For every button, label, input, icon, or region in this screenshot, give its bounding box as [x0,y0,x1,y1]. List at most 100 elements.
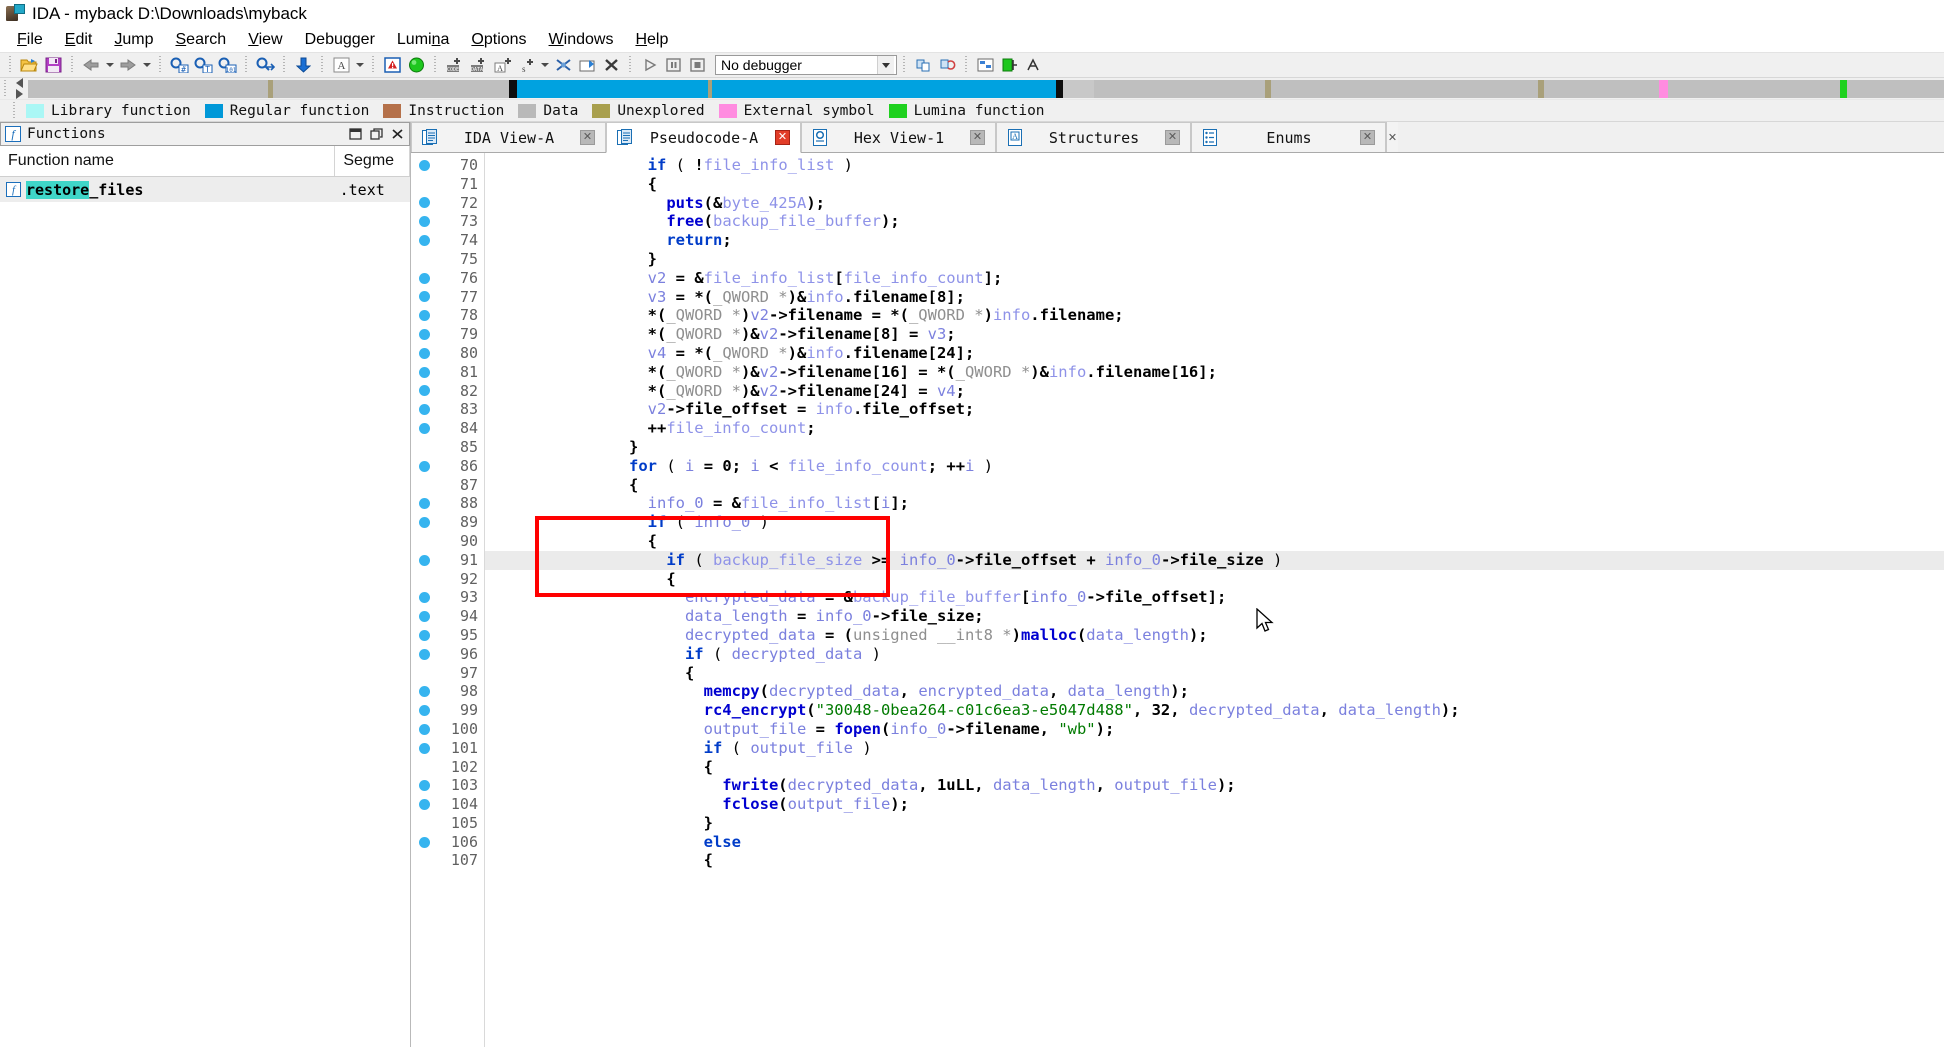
code-line[interactable]: free(backup_file_buffer); [485,212,1944,231]
breakpoint-slot[interactable] [411,814,437,833]
chevron-down-icon[interactable] [877,56,894,74]
navigator-segment[interactable] [1659,80,1669,98]
breakpoint-dot-icon[interactable] [419,649,430,660]
navigator-band-container[interactable] [0,78,1944,100]
breakpoint-slot[interactable] [411,682,437,701]
code-line[interactable]: { [485,570,1944,589]
code-line[interactable]: encrypted_data = &backup_file_buffer[inf… [485,588,1944,607]
breakpoint-dot-icon[interactable] [419,423,430,434]
make-data-icon[interactable]: DATA [466,54,490,76]
navigator-segment[interactable] [1544,80,1659,98]
code-line[interactable]: v2 = &file_info_list[file_info_count]; [485,269,1944,288]
undefine-icon[interactable] [551,54,575,76]
debug-stop-icon[interactable] [685,54,709,76]
navigator-left-arrow-icon[interactable] [16,78,23,88]
breakpoint-slot[interactable] [411,739,437,758]
tab-enums[interactable]: Enums✕ [1191,122,1386,152]
column-header-segment[interactable]: Segme [335,146,410,176]
debugger-select[interactable]: No debugger [715,55,897,75]
breakpoint-dot-icon[interactable] [419,724,430,735]
breakpoint-slot[interactable] [411,231,437,250]
tab-pseudocode-a[interactable]: Pseudocode-A✕ [606,122,801,153]
code-text-area[interactable]: if ( !file_info_list ) { puts(&byte_425A… [485,153,1944,1047]
code-line[interactable]: if ( backup_file_size >= info_0->file_of… [485,551,1944,570]
ascii-dropdown-icon[interactable] [353,54,366,76]
restore-icon[interactable] [369,127,384,142]
breakpoint-slot[interactable] [411,344,437,363]
breakpoint-slot[interactable] [411,382,437,401]
functions-column-header[interactable]: Function name Segme [0,146,410,177]
code-line[interactable]: ++file_info_count; [485,419,1944,438]
code-line[interactable]: *(_QWORD *)&v2->filename[16] = *(_QWORD … [485,363,1944,382]
breakpoint-slot[interactable] [411,194,437,213]
menu-item-options[interactable]: Options [460,30,537,50]
breakpoint-slot[interactable] [411,325,437,344]
navigator-right-arrow-icon[interactable] [16,89,23,99]
navigator-segment[interactable] [273,80,510,98]
minimize-icon[interactable] [348,127,363,142]
tab-overflow-indicator[interactable]: ✕ [1386,122,1398,152]
code-line[interactable]: *(_QWORD *)&v2->filename[8] = v3; [485,325,1944,344]
breakpoint-dot-icon[interactable] [419,291,430,302]
breakpoint-dot-icon[interactable] [419,743,430,754]
navigator-segment[interactable] [28,80,268,98]
navigator-segment[interactable] [1056,80,1064,98]
menu-item-file[interactable]: File [6,30,54,50]
graph-overview-icon[interactable] [973,54,997,76]
code-line[interactable]: decrypted_data = (unsigned __int8 *)mall… [485,626,1944,645]
breakpoint-slot[interactable] [411,720,437,739]
breakpoint-dot-icon[interactable] [419,780,430,791]
code-line[interactable]: if ( decrypted_data ) [485,645,1944,664]
lumina-push-icon[interactable] [997,54,1021,76]
breakpoint-dot-icon[interactable] [419,329,430,340]
code-line[interactable]: fclose(output_file); [485,795,1944,814]
make-struct-icon[interactable]: s [514,54,538,76]
navigator-segment[interactable] [517,80,708,98]
breakpoint-slot[interactable] [411,175,437,194]
menu-item-windows[interactable]: Windows [538,30,625,50]
code-line[interactable]: v4 = *(_QWORD *)&info.filename[24]; [485,344,1944,363]
breakpoint-dot-icon[interactable] [419,273,430,284]
breakpoint-dot-icon[interactable] [419,216,430,227]
breakpoint-slot[interactable] [411,795,437,814]
code-line[interactable]: } [485,814,1944,833]
menu-item-debugger[interactable]: Debugger [294,30,386,50]
breakpoint-dot-icon[interactable] [419,367,430,378]
code-line[interactable]: if ( output_file ) [485,739,1944,758]
navigator-segment[interactable] [1063,80,1094,98]
nav-forward-dropdown-icon[interactable] [140,54,153,76]
nav-back-dropdown-icon[interactable] [103,54,116,76]
navigator-drag-handle[interactable] [0,80,10,97]
code-line[interactable]: } [485,438,1944,457]
code-line[interactable]: { [485,664,1944,683]
code-line[interactable]: rc4_encrypt("30048-0bea264-c01c6ea3-e504… [485,701,1944,720]
tab-hex-view-1[interactable]: Hex View-1✕ [801,122,996,152]
breakpoint-slot[interactable] [411,457,437,476]
nav-back-icon[interactable] [79,54,103,76]
breakpoint-slot[interactable] [411,419,437,438]
menu-item-jump[interactable]: Jump [103,30,164,50]
menu-item-lumina[interactable]: Lumina [386,30,461,50]
breakpoint-slot[interactable] [411,833,437,852]
code-line[interactable]: *(_QWORD *)v2->filename = *(_QWORD *)inf… [485,306,1944,325]
make-ascii-icon[interactable]: A [490,54,514,76]
lumina-pull-icon[interactable] [1021,54,1045,76]
breakpoint-slot[interactable] [411,626,437,645]
breakpoint-dot-icon[interactable] [419,498,430,509]
code-line[interactable]: { [485,175,1944,194]
breakpoint-dot-icon[interactable] [419,461,430,472]
code-line[interactable]: { [485,532,1944,551]
make-code-icon[interactable]: CODE [442,54,466,76]
breakpoint-slot[interactable] [411,476,437,495]
code-line[interactable]: *(_QWORD *)&v2->filename[24] = v4; [485,382,1944,401]
code-line[interactable]: { [485,758,1944,777]
function-segment-cell[interactable]: .text [336,177,410,202]
breakpoint-dot-icon[interactable] [419,404,430,415]
function-list-row[interactable]: frestore_files.text [0,177,410,202]
breakpoint-slot[interactable] [411,588,437,607]
breakpoint-slot[interactable] [411,306,437,325]
breakpoint-dot-icon[interactable] [419,310,430,321]
delete-icon[interactable] [599,54,623,76]
warning-icon[interactable] [380,54,404,76]
breakpoint-slot[interactable] [411,288,437,307]
